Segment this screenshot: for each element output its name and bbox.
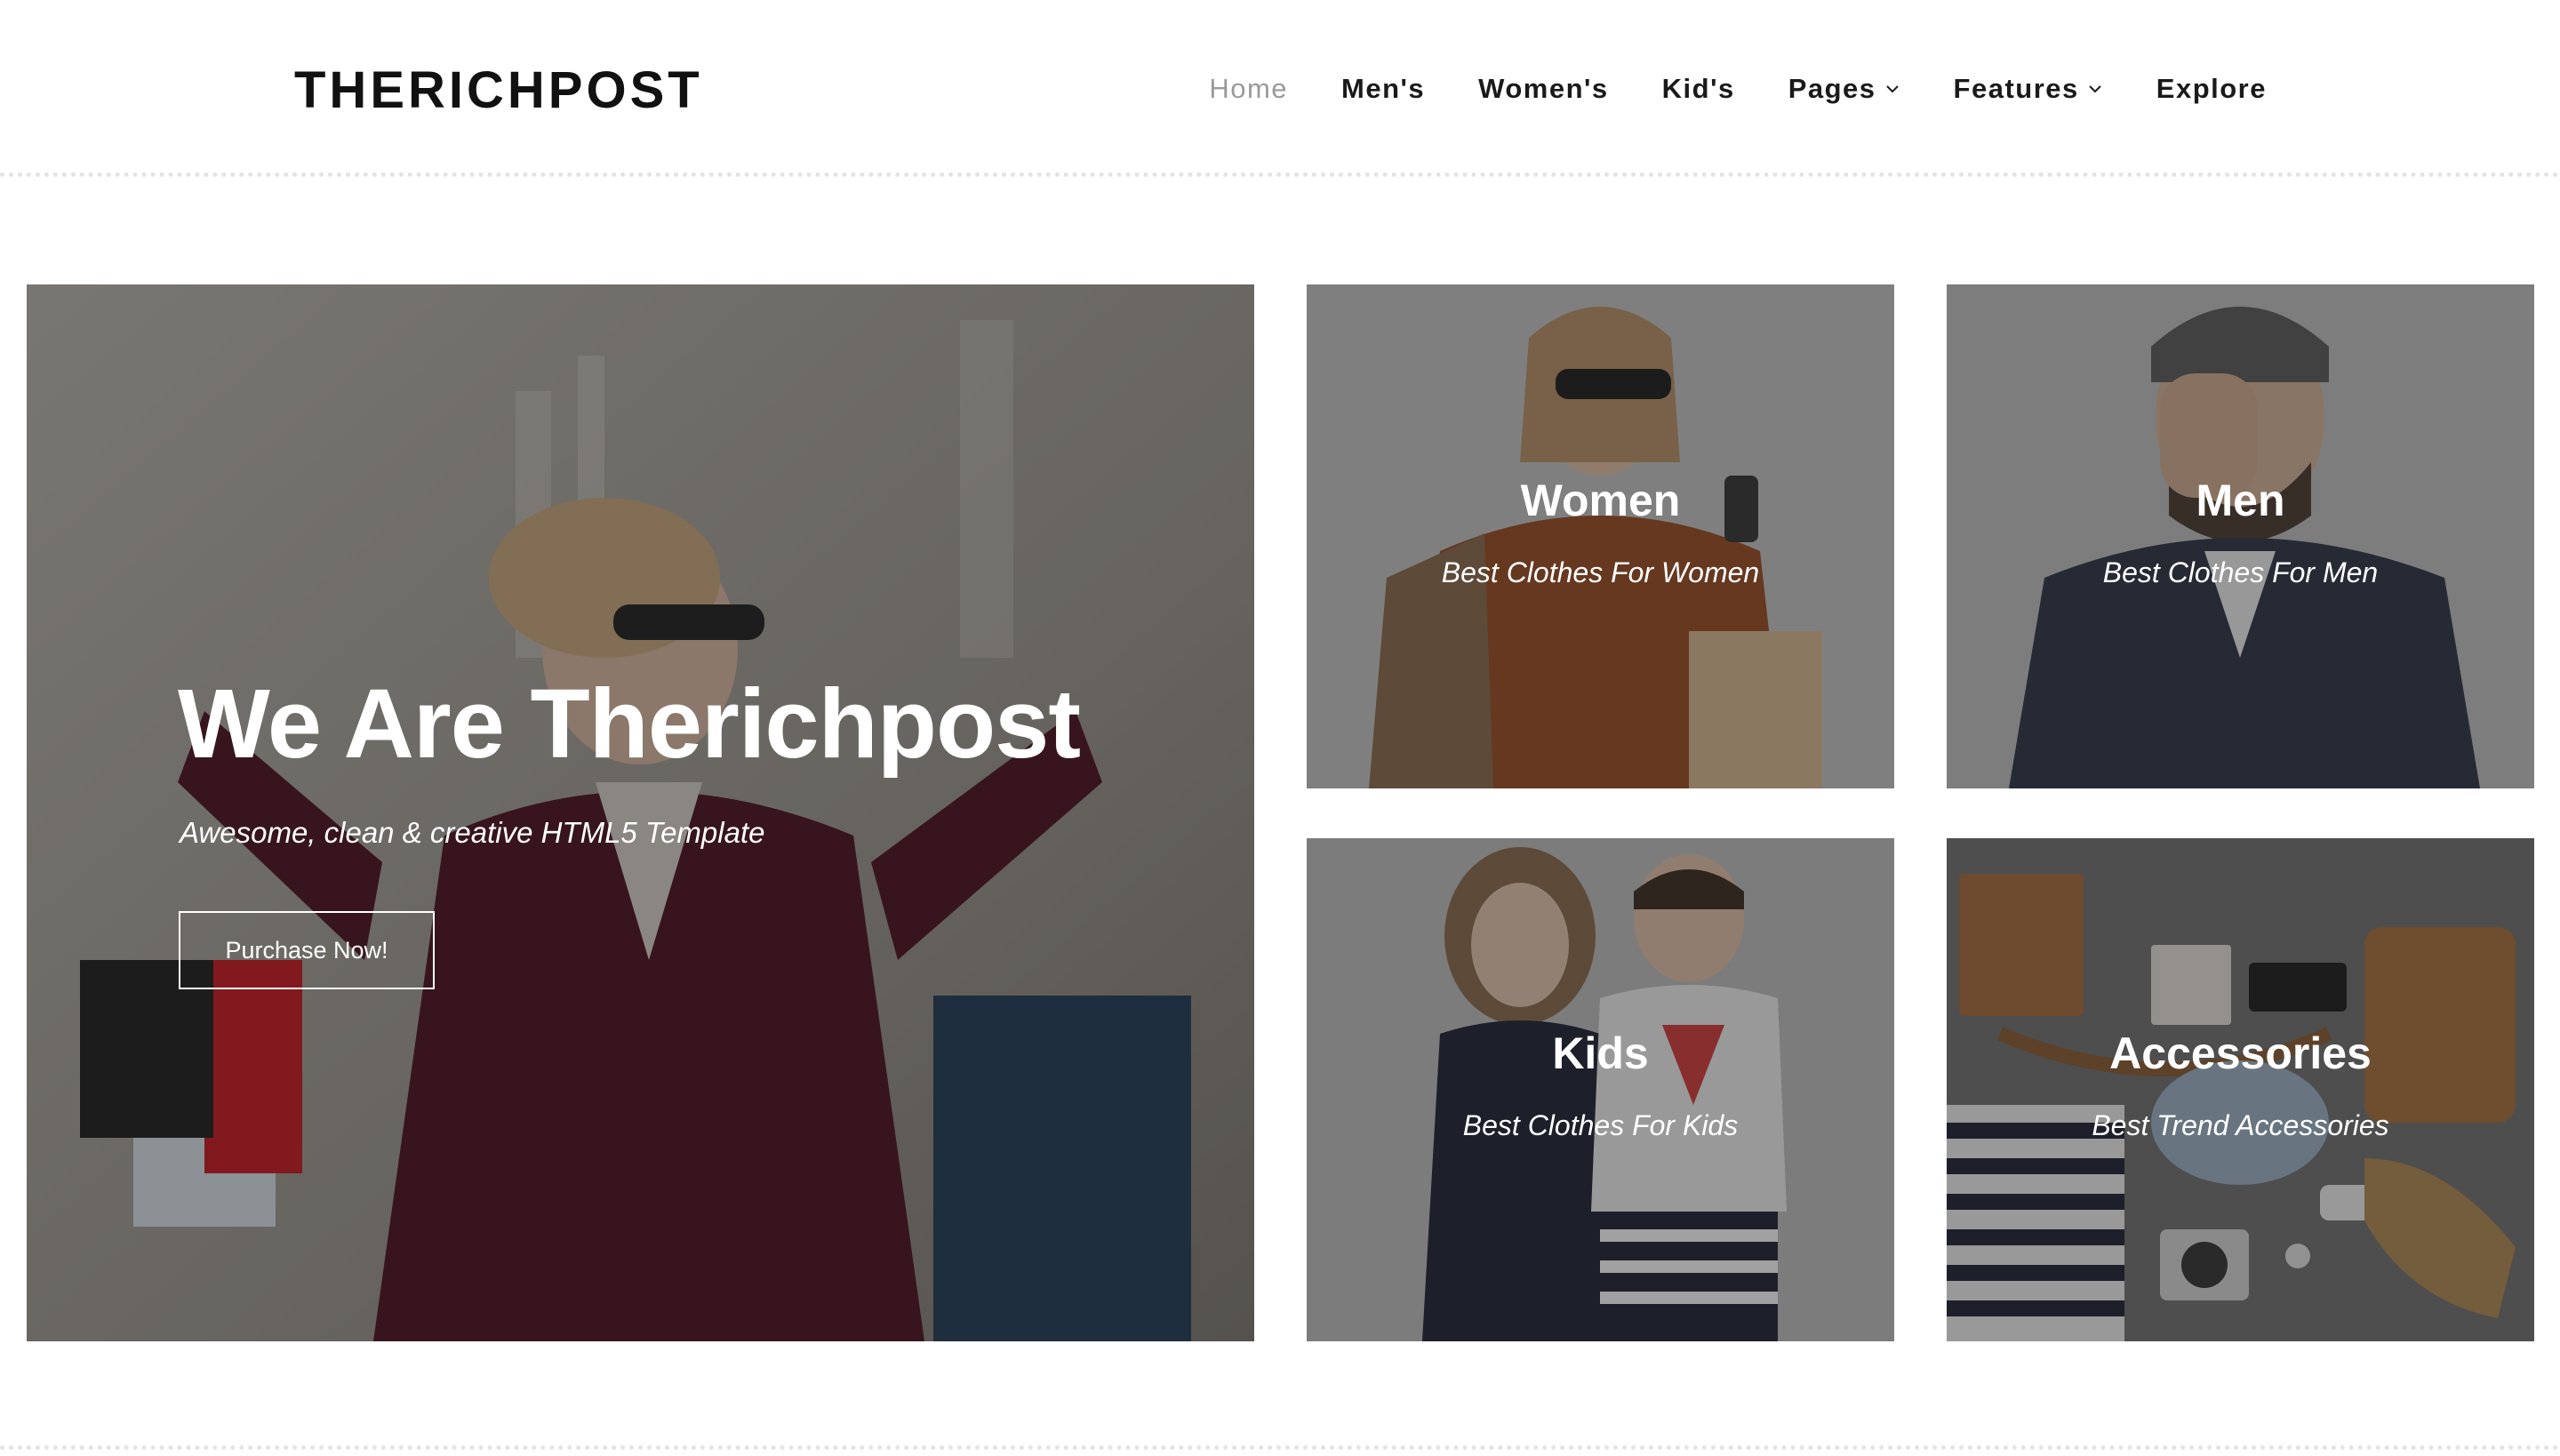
nav-item-label: Explore (2156, 73, 2267, 104)
hero-overlay (27, 284, 1254, 1341)
category-tile-kids[interactable]: Kids Best Clothes For Kids (1307, 838, 1894, 1341)
nav-item-home[interactable]: Home (1209, 66, 1288, 112)
nav-item-label: Features (1953, 73, 2079, 104)
nav-item-label: Pages (1788, 73, 1876, 104)
site-logo[interactable]: THERICHPOST (294, 59, 703, 123)
nav-item-pages[interactable]: Pages (1788, 66, 1900, 112)
nav-item-label: Kid's (1661, 73, 1735, 104)
chevron-down-icon (1885, 85, 1899, 93)
main-nav: Home Men's Women's Kid's Pages Features … (1156, 66, 2267, 112)
category-tile-women[interactable]: Women Best Clothes For Women (1307, 284, 1894, 788)
purchase-now-button[interactable]: Purchase Now! (179, 911, 435, 989)
hero-banner: We Are Therichpost Awesome, clean & crea… (27, 284, 1254, 1341)
nav-item-label: Home (1209, 73, 1289, 104)
category-title: Women (1520, 476, 1681, 525)
category-subtitle: Best Clothes For Men (2102, 556, 2379, 588)
nav-item-features[interactable]: Features (1954, 66, 2103, 112)
header-divider (0, 172, 2560, 177)
category-subtitle: Best Trend Accessories (2092, 1109, 2389, 1141)
tile-overlay (1307, 284, 1894, 788)
category-tile-men[interactable]: Men Best Clothes For Men (1947, 284, 2534, 788)
category-title: Accessories (2109, 1028, 2372, 1078)
hero-title: We Are Therichpost (178, 669, 1081, 779)
nav-item-label: Women's (1478, 73, 1609, 104)
category-tile-accessories[interactable]: Accessories Best Trend Accessories (1947, 838, 2534, 1341)
nav-item-label: Men's (1341, 73, 1426, 104)
category-title: Kids (1552, 1028, 1649, 1078)
category-subtitle: Best Clothes For Kids (1462, 1109, 1739, 1141)
nav-item-womens[interactable]: Women's (1478, 66, 1609, 112)
section-divider (0, 1445, 2560, 1450)
tile-overlay (1307, 838, 1894, 1341)
category-title: Men (2196, 476, 2285, 525)
nav-item-mens[interactable]: Men's (1341, 66, 1425, 112)
tile-overlay (1947, 284, 2534, 788)
nav-item-explore[interactable]: Explore (2156, 66, 2267, 112)
tile-overlay (1947, 838, 2534, 1341)
site-header: THERICHPOST Home Men's Women's Kid's Pag… (0, 0, 2560, 174)
category-subtitle: Best Clothes For Women (1441, 556, 1760, 588)
hero-subtitle: Awesome, clean & creative HTML5 Template (180, 816, 765, 849)
nav-item-kids[interactable]: Kid's (1662, 66, 1735, 112)
chevron-down-icon (2089, 85, 2101, 93)
